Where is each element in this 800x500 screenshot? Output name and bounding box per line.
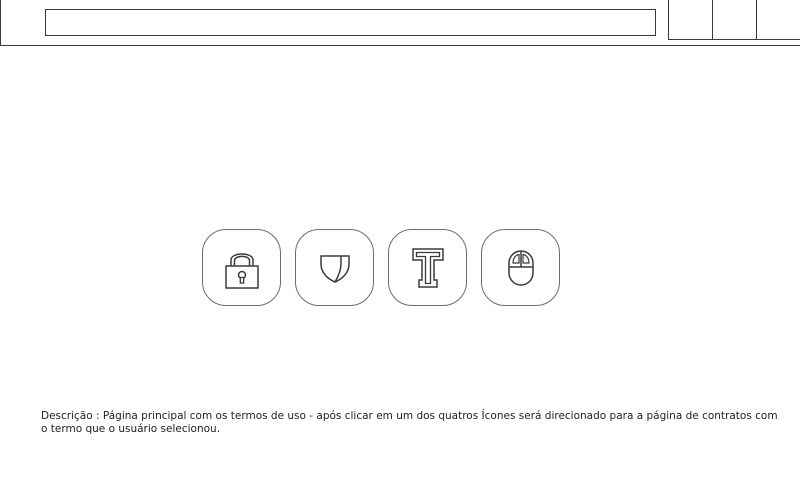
mouse-tile-button[interactable] bbox=[481, 229, 560, 306]
maximize-button[interactable] bbox=[713, 0, 757, 39]
t-letter-icon bbox=[411, 247, 444, 288]
term-icons-row bbox=[202, 229, 560, 306]
t-letter-tile-button[interactable] bbox=[388, 229, 467, 306]
close-button[interactable] bbox=[757, 0, 800, 39]
address-bar[interactable] bbox=[45, 9, 656, 36]
minimize-button[interactable] bbox=[669, 0, 713, 39]
shield-tile-button[interactable] bbox=[295, 229, 374, 306]
lock-icon bbox=[224, 252, 259, 289]
lock-tile-button[interactable] bbox=[202, 229, 281, 306]
wireframe-page: Descrição : Página principal com os term… bbox=[0, 0, 800, 500]
mouse-icon bbox=[507, 249, 534, 286]
description-text: Descrição : Página principal com os term… bbox=[41, 410, 778, 435]
shield-icon bbox=[319, 254, 350, 283]
window-controls bbox=[668, 0, 800, 40]
